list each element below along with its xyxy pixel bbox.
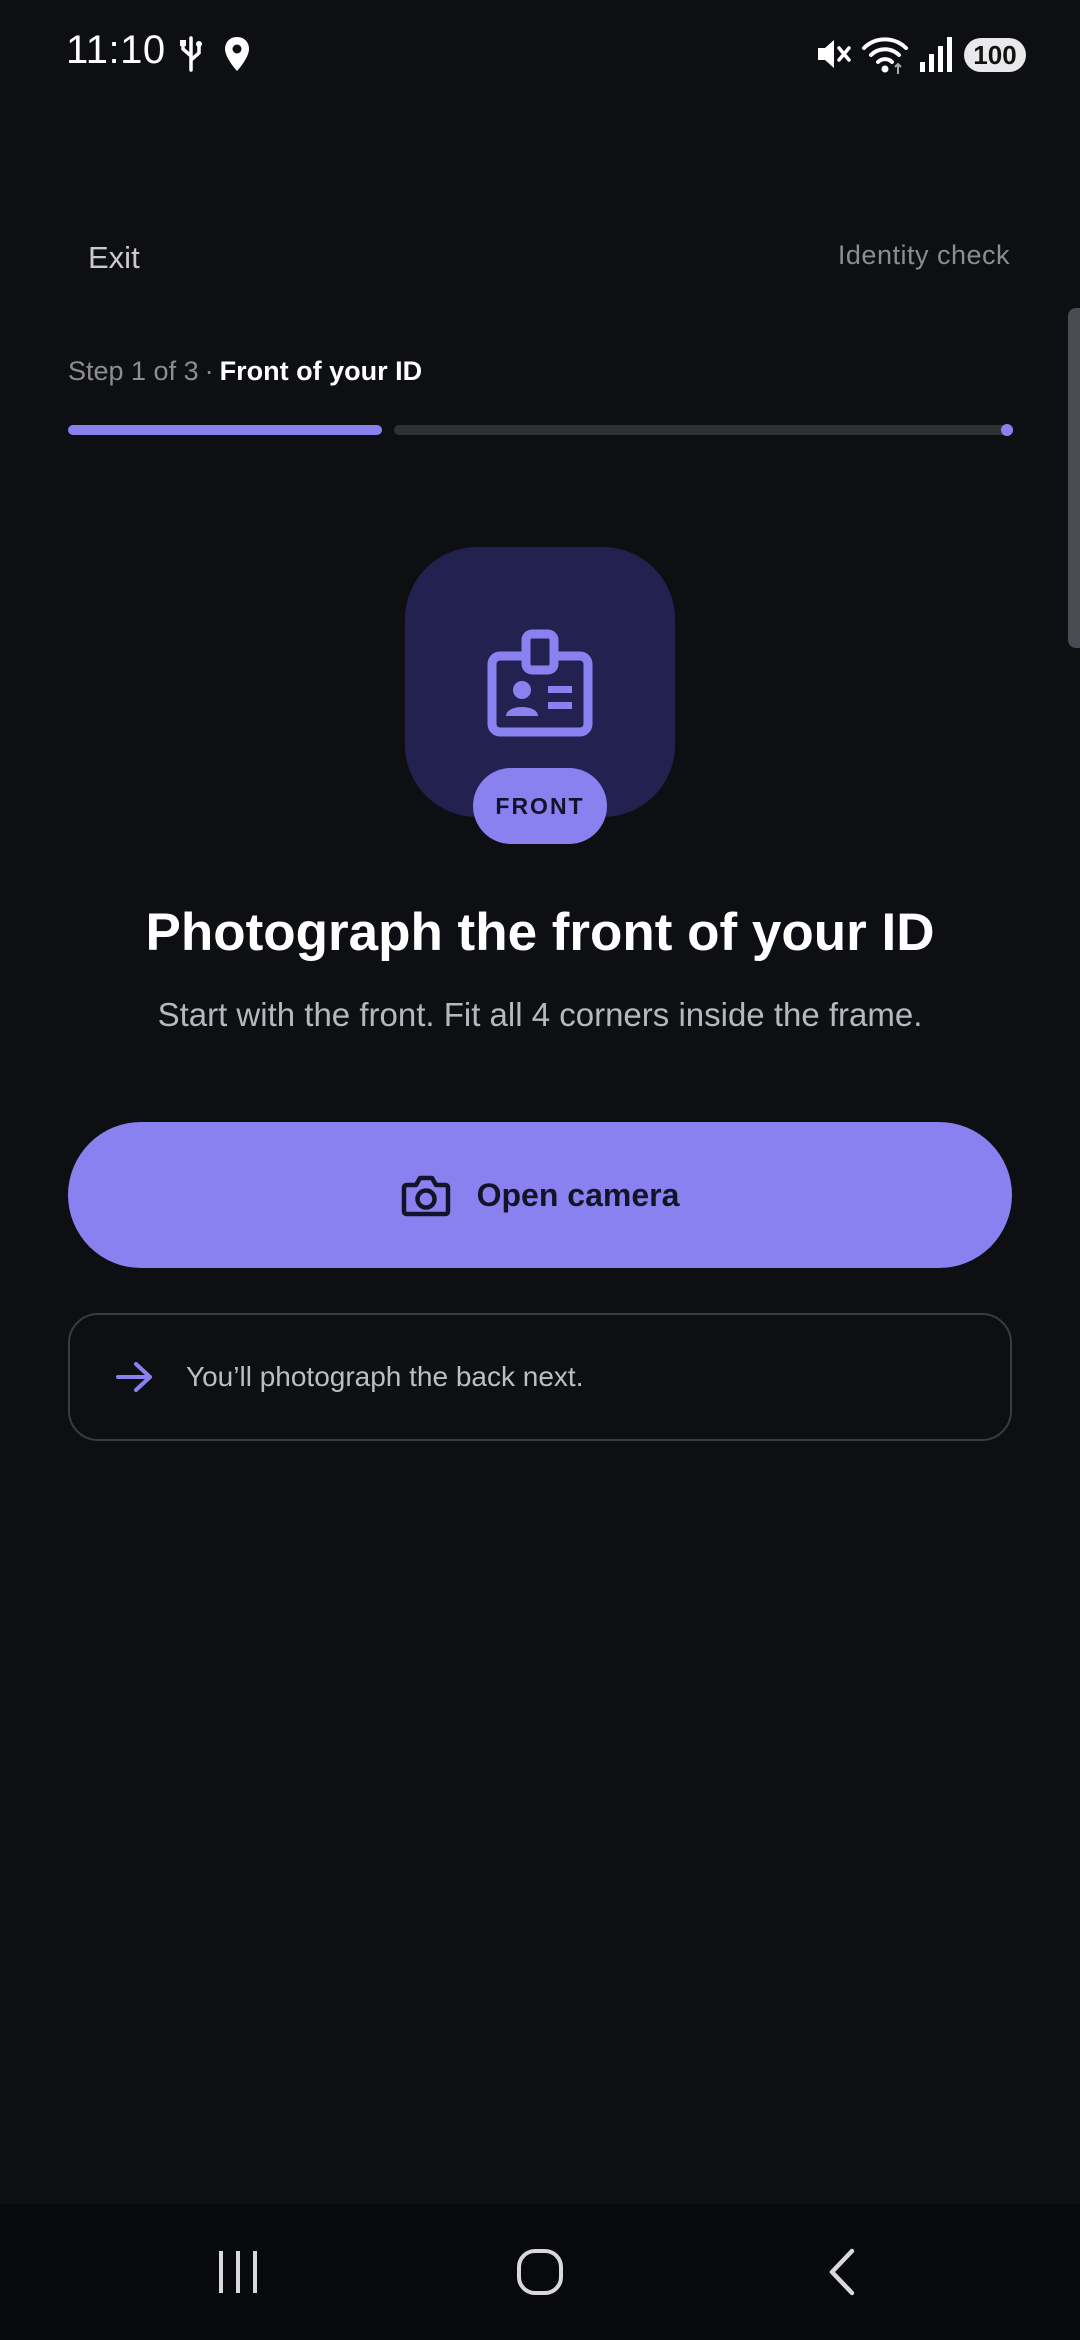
clock: 11:10 xyxy=(66,28,166,72)
location-icon xyxy=(225,37,249,71)
exit-button[interactable]: Exit xyxy=(68,232,160,284)
page-label: Identity check xyxy=(837,240,1010,270)
step-title: Front of your ID xyxy=(219,356,423,386)
open-camera-label: Open camera xyxy=(476,1176,680,1213)
usb-icon xyxy=(180,36,202,72)
wifi-icon xyxy=(862,37,908,74)
info-card: You’ll photograph the back next. xyxy=(68,1313,1012,1441)
back-icon xyxy=(829,2248,855,2296)
progress-end-dot xyxy=(1001,424,1013,436)
open-camera-button[interactable]: Open camera xyxy=(68,1122,1012,1268)
front-badge: FRONT xyxy=(473,768,607,844)
step-count: Step 1 of 3 xyxy=(68,356,199,386)
progress-fill xyxy=(68,425,382,435)
step-separator: · xyxy=(204,356,214,386)
instructions-text: Start with the front. Fit all 4 corners … xyxy=(157,996,923,1033)
home-icon xyxy=(517,2249,563,2295)
id-badge-icon xyxy=(487,629,593,737)
info-text: You’ll photograph the back next. xyxy=(186,1361,584,1392)
recent-apps-button[interactable] xyxy=(188,2240,288,2304)
battery-icon: 100 xyxy=(964,38,1026,72)
recent-apps-icon xyxy=(219,2251,257,2293)
mute-icon xyxy=(818,40,851,68)
camera-icon xyxy=(401,1175,450,1217)
step-indicator: Step 1 of 3 · Front of your ID xyxy=(68,356,422,387)
signal-icon xyxy=(920,37,952,72)
arrow-right-icon xyxy=(116,1362,152,1392)
page-title: Photograph the front of your ID xyxy=(145,903,935,962)
scroll-indicator[interactable] xyxy=(1068,308,1080,648)
back-button[interactable] xyxy=(792,2240,892,2304)
progress-track xyxy=(394,425,1012,435)
home-button[interactable] xyxy=(490,2240,590,2304)
